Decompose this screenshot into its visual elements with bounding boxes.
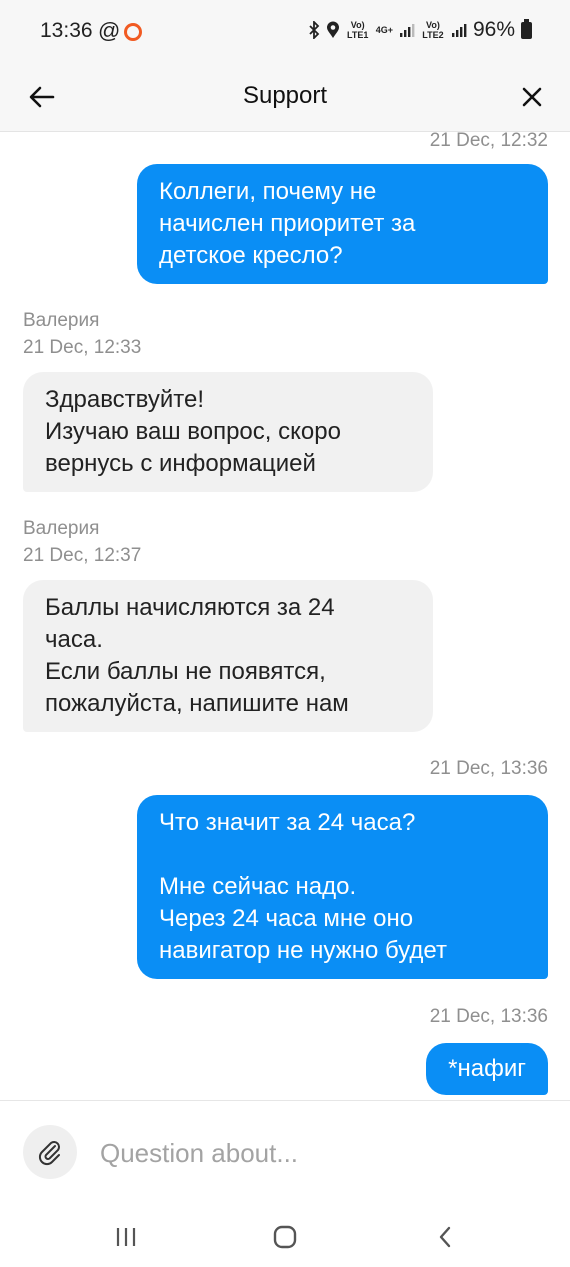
recents-icon (116, 1228, 136, 1246)
network2-label: Vo) LTE2 (422, 20, 444, 40)
attach-button[interactable] (23, 1125, 77, 1179)
outgoing-message-bubble[interactable]: Что значит за 24 часа? Мне сейчас надо. … (137, 795, 548, 979)
location-icon (326, 21, 339, 38)
message-timestamp: 21 Dec, 12:37 (23, 545, 142, 566)
network1-label: Vo) LTE1 (347, 20, 369, 40)
system-nav-bar (0, 1205, 570, 1267)
close-icon (522, 87, 542, 107)
paperclip-icon (38, 1141, 60, 1166)
message-author: Валерия (23, 518, 100, 539)
status-time: 13:36 (40, 19, 93, 42)
bluetooth-icon (309, 21, 319, 39)
message-timestamp: 21 Dec, 13:36 (429, 758, 548, 779)
battery-percent: 96% (472, 18, 515, 41)
incoming-message-bubble[interactable]: Здравствуйте! Изучаю ваш вопрос, скоро в… (23, 372, 433, 492)
back-chevron-icon (439, 1226, 451, 1248)
system-back-button[interactable] (425, 1217, 465, 1257)
message-timestamp: 21 Dec, 12:33 (23, 337, 142, 358)
message-timestamp: 21 Dec, 12:32 (429, 132, 548, 151)
status-bar: 13:36 @ Vo) LTE1 4G+ Vo) LTE2 96% (0, 0, 570, 62)
notification-ring-icon (124, 23, 142, 41)
battery-icon (521, 18, 532, 39)
signal1-icon (399, 24, 415, 37)
at-icon: @ (98, 18, 121, 43)
app-header: Support (0, 62, 570, 132)
outgoing-message-bubble[interactable]: *нафиг (426, 1043, 548, 1095)
recents-button[interactable] (106, 1217, 146, 1257)
question-input[interactable] (100, 1131, 540, 1175)
outgoing-message-bubble[interactable]: Коллеги, почему не начислен приоритет за… (137, 164, 548, 284)
page-title: Support (242, 82, 328, 109)
home-button[interactable] (265, 1217, 305, 1257)
signal2-icon (451, 24, 467, 37)
message-meta: Валерия 21 Dec, 12:37 (23, 515, 141, 569)
incoming-message-bubble[interactable]: Баллы начисляются за 24 часа. Если баллы… (23, 580, 433, 732)
message-author: Валерия (23, 310, 100, 331)
message-input-bar (0, 1100, 570, 1205)
home-icon (273, 1225, 297, 1249)
network-type-label: 4G+ (375, 25, 393, 35)
chat-area[interactable]: 21 Dec, 12:32 Коллеги, почему не начисле… (0, 132, 570, 1100)
status-indicators: Vo) LTE1 4G+ Vo) LTE2 96% (308, 17, 532, 43)
close-button[interactable] (512, 77, 552, 117)
message-meta: Валерия 21 Dec, 12:33 (23, 307, 141, 361)
message-timestamp: 21 Dec, 13:36 (429, 1006, 548, 1027)
